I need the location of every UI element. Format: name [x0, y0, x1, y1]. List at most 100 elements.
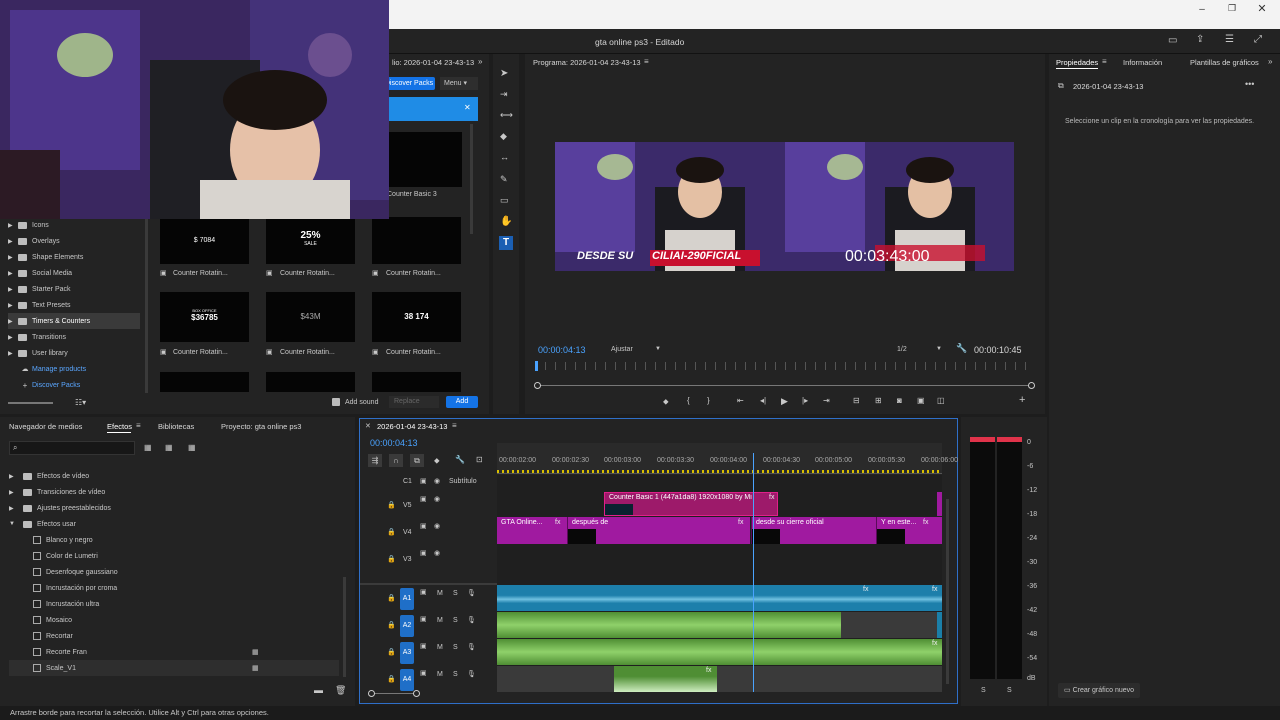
category-item-selected[interactable]: ▶ Timers & Counters [8, 313, 140, 329]
share-icon[interactable]: ⇪ [1196, 34, 1204, 45]
tab-project[interactable]: Proyecto: gta online ps3 [221, 422, 301, 431]
mark-in-icon[interactable]: { [687, 396, 690, 405]
sequence-tab[interactable]: 2026-01-04 23-43-13 [377, 422, 447, 431]
effect-item[interactable]: Blanco y negro [9, 532, 339, 548]
tab-effects[interactable]: Efectos [107, 422, 132, 431]
selection-tool-icon[interactable]: ➤ [500, 68, 508, 79]
category-item[interactable]: ▶ Icons [8, 217, 140, 233]
discover-packs-button[interactable]: Discover Packs [383, 77, 435, 90]
track-name[interactable]: A2 [400, 615, 414, 637]
resolution-dropdown[interactable]: 1/2 ▼ [894, 344, 946, 355]
toggle-sync-lock-icon[interactable]: ▣ [420, 495, 427, 503]
panel-menu-icon[interactable]: ≡ [1102, 57, 1107, 66]
mute-button[interactable]: M [437, 671, 443, 678]
close-banner-icon[interactable]: ✕ [464, 103, 471, 112]
microphone-icon[interactable]: 🎙 [467, 670, 476, 678]
eye-icon[interactable]: ◉ [434, 495, 440, 503]
fullscreen-icon[interactable]: ⤢ [1254, 34, 1262, 45]
type-tool-icon[interactable]: T [499, 236, 513, 250]
solo-right-button[interactable]: S [1007, 687, 1012, 694]
microphone-icon[interactable]: 🎙 [467, 616, 476, 624]
template-thumbnail[interactable] [160, 372, 249, 392]
add-button[interactable]: Add [446, 396, 478, 408]
microphone-icon[interactable]: 🎙 [467, 643, 476, 651]
program-timecode[interactable]: 00:00:04:13 [538, 345, 586, 355]
lock-icon[interactable]: 🔒 [387, 501, 396, 509]
zoom-handle-right[interactable] [1028, 382, 1035, 389]
nest-icon[interactable]: ⇶ [368, 454, 382, 467]
toggle-sync-lock-icon[interactable]: ▣ [420, 477, 427, 485]
audio-clip-a2[interactable] [497, 612, 841, 638]
audio-clip-a3[interactable]: fx [497, 639, 942, 665]
step-forward-icon[interactable]: |▸ [802, 396, 808, 405]
close-icon[interactable]: ✕ [1256, 2, 1268, 15]
panel-menu-icon[interactable]: ≡ [452, 421, 457, 430]
32bit-effects-icon[interactable]: ▦ [165, 443, 173, 452]
restore-icon[interactable]: ❐ [1226, 3, 1238, 15]
accelerated-effects-icon[interactable]: ▦ [144, 443, 152, 452]
discover-packs-link[interactable]: + Discover Packs [8, 377, 140, 393]
yuv-effects-icon[interactable]: ▦ [188, 443, 196, 452]
audio-clip-a2-end[interactable] [937, 612, 942, 638]
effect-item[interactable]: Incrustación ultra [9, 596, 339, 612]
replace-button[interactable]: Replace [389, 396, 439, 408]
track-name[interactable]: A4 [400, 669, 414, 691]
more-tabs-icon[interactable]: » [1268, 57, 1272, 66]
clip-gta-online[interactable]: GTA Online... fx [497, 517, 567, 544]
effect-item[interactable]: Desenfoque gaussiano [9, 564, 339, 580]
toggle-sync-lock-icon[interactable]: ▣ [420, 615, 427, 623]
effect-item[interactable]: Color de Lumetri [9, 548, 339, 564]
effect-item[interactable]: Recorte Fran ▦ [9, 644, 339, 660]
lock-icon[interactable]: 🔒 [387, 528, 396, 536]
settings-sliders-icon[interactable]: ☰ [1225, 34, 1234, 45]
track-name[interactable]: A1 [400, 588, 414, 610]
add-marker-icon[interactable]: ⬥ [663, 397, 669, 407]
linked-selection-icon[interactable]: ⧉ [410, 454, 424, 467]
new-graphic-button[interactable]: ▭ Crear gráfico nuevo [1058, 683, 1140, 698]
panel-toggle-icon[interactable]: ▭ [1168, 35, 1177, 46]
effects-folder[interactable]: ▶ Ajustes preestablecidos [9, 500, 339, 516]
thumbnail-counter-basic-3[interactable] [388, 132, 462, 187]
solo-button[interactable]: S [453, 617, 458, 624]
timeline-playhead[interactable] [752, 453, 754, 692]
toggle-sync-lock-icon[interactable]: ▣ [420, 642, 427, 650]
track-name[interactable]: A3 [400, 642, 414, 664]
effect-item-selected[interactable]: Scale_V1 ▦ [9, 660, 339, 676]
tab-info[interactable]: Información [1123, 58, 1162, 67]
tracks-area[interactable]: Counter Basic 1 (447a1da8) 1920x1080 by … [497, 453, 942, 692]
category-item[interactable]: ▶ Transitions [8, 329, 140, 345]
mute-button[interactable]: M [437, 617, 443, 624]
monitor-zoom-bar[interactable] [537, 385, 1032, 386]
timeline-vscroll[interactable] [946, 499, 949, 684]
wrench-icon[interactable]: 🔧 [455, 455, 465, 464]
ripple-edit-icon[interactable]: ⟷ [500, 110, 513, 121]
delete-icon[interactable]: 🗑 [335, 685, 346, 696]
snap-icon[interactable]: ∩ [389, 454, 403, 467]
minimize-icon[interactable]: – [1196, 4, 1208, 16]
category-item[interactable]: ▶ Overlays [8, 233, 140, 249]
effect-item[interactable]: Incrustación por croma [9, 580, 339, 596]
more-options-icon[interactable]: ••• [1245, 79, 1254, 89]
category-item[interactable]: ▶ Text Presets [8, 297, 140, 313]
microphone-icon[interactable]: 🎙 [467, 589, 476, 597]
eye-icon[interactable]: ◉ [434, 522, 440, 530]
effect-item[interactable]: Recortar [9, 628, 339, 644]
menu-dropdown[interactable]: Menu ▾ [440, 77, 478, 90]
effects-folder-open[interactable]: ▼ Efectos usar [9, 516, 339, 532]
extract-icon[interactable]: ⊞ [875, 396, 882, 405]
timeline-timecode[interactable]: 00:00:04:13 [370, 438, 418, 448]
toggle-sync-lock-icon[interactable]: ▣ [420, 669, 427, 677]
toggle-sync-lock-icon[interactable]: ▣ [420, 522, 427, 530]
add-sound-checkbox[interactable] [332, 398, 340, 406]
template-thumbnail[interactable]: 38 174 [372, 292, 461, 342]
effects-folder[interactable]: ▶ Transiciones de vídeo [9, 484, 339, 500]
monitor-ruler[interactable] [535, 362, 1035, 370]
captions-icon[interactable]: ⊡ [476, 455, 483, 464]
mark-out-icon[interactable]: } [707, 396, 710, 405]
add-button-icon[interactable]: + [1019, 394, 1025, 406]
close-sequence-icon[interactable]: ✕ [365, 422, 371, 430]
template-thumbnail[interactable] [372, 217, 461, 264]
add-marker-icon[interactable]: ⬥ [434, 456, 440, 466]
category-item[interactable]: ▶ Shape Elements [8, 249, 140, 265]
tab-media-browser[interactable]: Navegador de medios [9, 422, 82, 431]
